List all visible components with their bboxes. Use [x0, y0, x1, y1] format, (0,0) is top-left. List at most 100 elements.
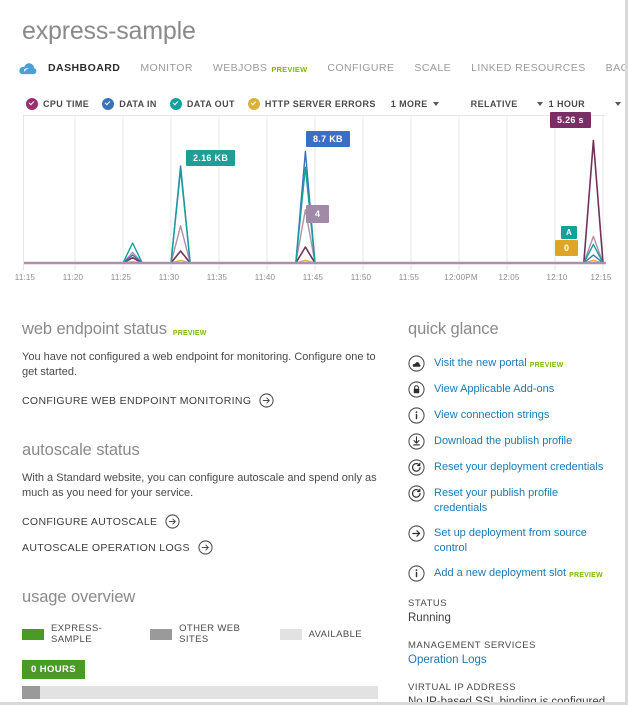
axis-tick: 11:55	[398, 273, 420, 282]
info-label: MANAGEMENT SERVICES	[408, 640, 536, 651]
metric-label: CPU TIME	[43, 99, 90, 109]
chart-callout-http-errors: 0	[555, 240, 579, 256]
section-heading: autoscale status	[22, 441, 378, 460]
tab-label: SCALE	[414, 62, 452, 74]
axis-tick: 12:15	[590, 273, 612, 282]
axis-tick: 12:05	[498, 273, 520, 282]
status-value: Running	[408, 612, 451, 624]
chevron-down-icon	[614, 102, 621, 106]
metrics-chart[interactable]: 2.16 KB 8.7 KB 4 5.26 s A 0 11:15 11:20 …	[15, 112, 611, 282]
usage-callout: 0 HOURS	[22, 660, 86, 679]
azure-websites-icon	[18, 60, 38, 76]
quick-glance-label: Download the publish profile	[434, 435, 573, 447]
quick-glance-visit-new-portal[interactable]: Visit the new portal PREVIEW	[408, 355, 608, 372]
axis-tick: 11:15	[14, 273, 36, 282]
quick-glance-column: quick glance Visit the new portal PREVIEW	[408, 320, 608, 705]
section-heading: quick glance	[408, 320, 608, 339]
quick-glance-add-deployment-slot[interactable]: Add a new deployment slot PREVIEW	[408, 565, 608, 582]
chart-callout-data-out: 2.16 KB	[186, 150, 236, 166]
virtual-ip-value: No IP-based SSL binding is configured	[408, 696, 606, 705]
section-title: usage overview	[22, 588, 136, 606]
usage-legend-item: EXPRESS-SAMPLE	[22, 623, 134, 645]
metric-toggle-data-in[interactable]: DATA IN	[102, 98, 157, 110]
section-body-text: With a Standard website, you can configu…	[22, 472, 377, 499]
quick-glance-view-addons[interactable]: View Applicable Add-ons	[408, 381, 608, 398]
tab-label: CONFIGURE	[327, 62, 395, 74]
legend-label: EXPRESS-SAMPLE	[51, 623, 103, 645]
metric-toggle-http-server-errors[interactable]: HTTP SERVER ERRORS	[247, 98, 376, 110]
axis-tick: 11:40	[254, 273, 276, 282]
info-label: VIRTUAL IP ADDRESS	[408, 682, 517, 693]
quick-glance-label: View Applicable Add-ons	[434, 383, 555, 395]
quick-glance-label: View connection strings	[434, 409, 550, 421]
label-text: Add a new deployment slot	[434, 567, 567, 579]
preview-badge: PREVIEW	[271, 64, 308, 74]
range-span-dropdown[interactable]: 1 HOUR	[549, 99, 621, 109]
cloud-icon	[408, 355, 425, 372]
tab-scale[interactable]: SCALE	[414, 62, 451, 74]
checkbox-icon	[102, 98, 115, 110]
axis-tick: 11:35	[206, 273, 228, 282]
axis-tick: 12:00PM	[444, 273, 478, 282]
management-services-block: MANAGEMENT SERVICES Operation Logs	[408, 640, 608, 666]
tab-monitor[interactable]: MONITOR	[140, 62, 193, 74]
section-heading: web endpoint status PREVIEW	[22, 320, 378, 339]
arrow-right-icon	[165, 514, 180, 529]
download-icon	[408, 433, 425, 450]
range-mode-label: RELATIVE	[470, 99, 518, 109]
legend-label: OTHER WEB SITES	[179, 623, 241, 645]
usage-bar	[22, 686, 378, 699]
axis-tick: 12:10	[546, 273, 568, 282]
chart-callout-data-in: 8.7 KB	[306, 131, 350, 147]
legend-swatch	[279, 628, 302, 640]
operation-logs-link[interactable]: Operation Logs	[408, 654, 608, 666]
lock-icon	[408, 381, 425, 398]
metric-toggle-cpu-time[interactable]: CPU TIME	[26, 98, 89, 110]
chart-controls: CPU TIME DATA IN DATA OUT HTTP SERVER ER…	[26, 97, 621, 111]
quick-glance-reset-publish-profile-credentials[interactable]: Reset your publish profile credentials	[408, 485, 608, 516]
axis-tick: 11:45	[302, 273, 324, 282]
axis-tick: 11:30	[158, 273, 180, 282]
tab-linked-resources[interactable]: LINKED RESOURCES	[471, 62, 586, 74]
axis-tick: 11:20	[62, 273, 84, 282]
quick-glance-label: Reset your deployment credentials	[434, 461, 604, 473]
quick-glance-reset-deployment-credentials[interactable]: Reset your deployment credentials	[408, 459, 608, 476]
range-span-label: 1 HOUR	[548, 99, 586, 109]
chart-callout-response-time: 4	[306, 205, 330, 223]
tab-dashboard[interactable]: DASHBOARD	[48, 62, 120, 74]
info-icon	[408, 407, 425, 424]
arrow-right-icon	[198, 540, 213, 555]
chevron-down-icon	[432, 102, 439, 106]
legend-swatch	[22, 628, 44, 640]
tab-label: BACKUPS	[605, 62, 628, 74]
configure-web-endpoint-monitoring-link[interactable]: CONFIGURE WEB ENDPOINT MONITORING	[22, 393, 378, 408]
metric-toggle-data-out[interactable]: DATA OUT	[169, 98, 235, 110]
usage-overview-section: usage overview EXPRESS-SAMPLE OTHER WEB …	[22, 588, 378, 702]
info-icon	[408, 565, 425, 582]
reset-icon	[408, 459, 425, 476]
preview-badge: PREVIEW	[529, 362, 564, 369]
range-mode-dropdown[interactable]: RELATIVE	[471, 99, 543, 109]
checkbox-icon	[26, 98, 38, 110]
axis-tick: 11:25	[110, 273, 132, 282]
quick-glance-setup-deployment-source-control[interactable]: Set up deployment from source control	[408, 525, 608, 556]
tab-webjobs[interactable]: WEBJOBS PREVIEW	[213, 62, 308, 74]
tab-configure[interactable]: CONFIGURE	[327, 62, 394, 74]
autoscale-operation-logs-link[interactable]: AUTOSCALE OPERATION LOGS	[22, 540, 378, 555]
quick-glance-download-publish-profile[interactable]: Download the publish profile	[408, 433, 608, 450]
legend-label: AVAILABLE	[308, 628, 362, 640]
page-title: express-sample	[22, 17, 196, 45]
quick-glance-label: Add a new deployment slot PREVIEW	[434, 565, 603, 582]
preview-badge: PREVIEW	[569, 572, 603, 579]
chart-callout-data-out-2: A	[561, 226, 578, 239]
more-metrics-dropdown[interactable]: 1 MORE	[391, 99, 439, 109]
tab-label: LINKED RESOURCES	[471, 62, 586, 74]
section-title: autoscale status	[22, 441, 140, 459]
action-label: CONFIGURE WEB ENDPOINT MONITORING	[22, 394, 252, 407]
tab-backups[interactable]: BACKUPS	[605, 62, 628, 74]
quick-glance-view-connection-strings[interactable]: View connection strings	[408, 407, 608, 424]
tab-bar: DASHBOARD MONITOR WEBJOBS PREVIEW CONFIG…	[18, 60, 628, 76]
quick-glance-label: Visit the new portal PREVIEW	[434, 355, 563, 372]
metric-label: HTTP SERVER ERRORS	[264, 99, 376, 109]
configure-autoscale-link[interactable]: CONFIGURE AUTOSCALE	[22, 514, 378, 529]
